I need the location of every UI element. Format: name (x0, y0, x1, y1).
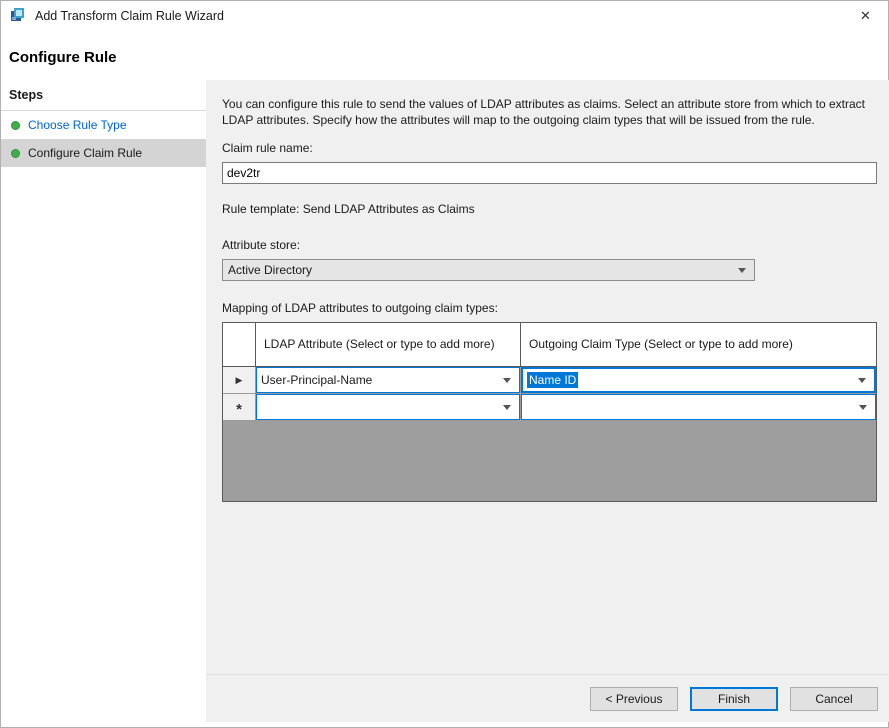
current-row-arrow-icon: ▶ (236, 375, 243, 386)
claim-rule-name-label: Claim rule name: (222, 141, 877, 155)
wizard-body: Steps Choose Rule Type Configure Claim R… (1, 80, 888, 722)
step-label: Configure Claim Rule (28, 146, 142, 160)
outgoing-claim-cell: Name ID (521, 367, 876, 394)
chevron-down-icon (859, 405, 867, 410)
claim-rule-name-input[interactable] (222, 162, 877, 184)
step-configure-claim-rule[interactable]: Configure Claim Rule (1, 139, 206, 167)
cancel-button[interactable]: Cancel (790, 687, 878, 711)
previous-button[interactable]: < Previous (590, 687, 678, 711)
chevron-down-icon (503, 405, 511, 410)
ldap-attribute-value: User-Principal-Name (261, 373, 372, 387)
row-selector-column-header (223, 323, 256, 367)
ldap-attribute-cell (256, 394, 521, 421)
steps-header: Steps (1, 80, 206, 111)
step-current-dot-icon (11, 149, 20, 158)
page-title: Configure Rule (1, 31, 888, 80)
close-icon[interactable]: ✕ (843, 1, 888, 31)
attribute-store-select[interactable]: Active Directory (222, 259, 755, 281)
window-title: Add Transform Claim Rule Wizard (35, 9, 224, 23)
attribute-store-label: Attribute store: (222, 238, 877, 252)
outgoing-claim-select[interactable]: Name ID (521, 367, 876, 393)
main-panel: You can configure this rule to send the … (206, 80, 889, 722)
mapping-label: Mapping of LDAP attributes to outgoing c… (222, 301, 877, 315)
row-selector[interactable]: * (223, 394, 256, 421)
grid-empty-area (223, 421, 876, 501)
outgoing-claim-select[interactable] (521, 394, 876, 420)
wizard-app-icon (9, 7, 27, 25)
chevron-down-icon (738, 268, 746, 273)
step-done-dot-icon (11, 121, 20, 130)
wizard-dialog: { "window": { "title": "Add Transform Cl… (0, 0, 889, 728)
mapping-table: LDAP Attribute (Select or type to add mo… (222, 322, 877, 502)
step-choose-rule-type[interactable]: Choose Rule Type (1, 111, 206, 139)
chevron-down-icon (503, 378, 511, 383)
finish-button[interactable]: Finish (690, 687, 778, 711)
chevron-down-icon (858, 378, 866, 383)
rule-template-text: Rule template: Send LDAP Attributes as C… (222, 202, 877, 216)
ldap-attribute-cell: User-Principal-Name (256, 367, 521, 394)
outgoing-claim-column-header: Outgoing Claim Type (Select or type to a… (521, 323, 876, 367)
ldap-attribute-select[interactable] (256, 394, 520, 420)
step-label: Choose Rule Type (28, 118, 127, 132)
rule-description: You can configure this rule to send the … (222, 96, 877, 128)
new-row-asterisk-icon: * (236, 406, 242, 414)
outgoing-claim-value: Name ID (527, 372, 578, 388)
steps-panel: Steps Choose Rule Type Configure Claim R… (1, 80, 206, 722)
title-bar: Add Transform Claim Rule Wizard ✕ (1, 1, 888, 31)
footer-bar: < Previous Finish Cancel (206, 674, 889, 722)
row-selector[interactable]: ▶ (223, 367, 256, 394)
attribute-store-value: Active Directory (228, 263, 312, 277)
ldap-attribute-select[interactable]: User-Principal-Name (256, 367, 520, 393)
ldap-attribute-column-header: LDAP Attribute (Select or type to add mo… (256, 323, 521, 367)
outgoing-claim-cell (521, 394, 876, 421)
